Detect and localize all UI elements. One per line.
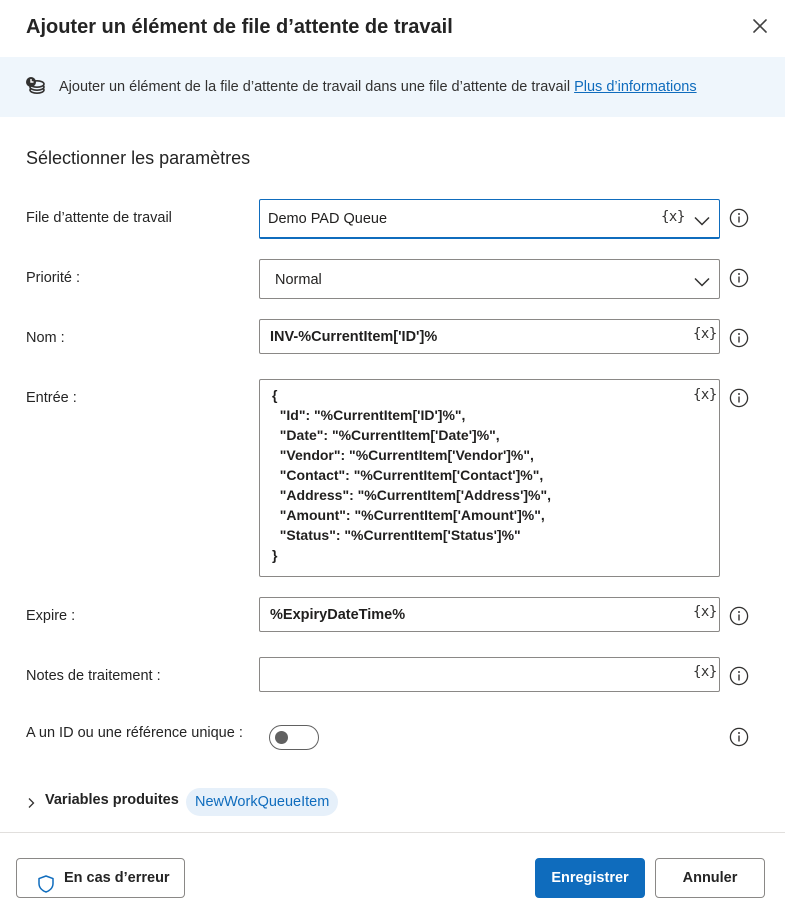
processing-notes-label: Notes de traitement :: [26, 668, 161, 684]
input-label: Entrée :: [26, 390, 77, 406]
banner-text: Ajouter un élément de la file d’attente …: [59, 77, 697, 97]
name-input[interactable]: INV-%CurrentItem['ID']% {x}: [259, 319, 720, 354]
info-icon[interactable]: [729, 606, 749, 626]
variable-picker-icon[interactable]: {x}: [693, 325, 717, 343]
work-queue-icon: [25, 76, 47, 96]
priority-select[interactable]: Normal: [259, 259, 720, 299]
dialog-title: Ajouter un élément de file d’attente de …: [26, 16, 453, 38]
info-icon[interactable]: [729, 666, 749, 686]
unique-id-toggle[interactable]: [269, 725, 319, 750]
work-queue-label: File d’attente de travail: [26, 210, 172, 226]
priority-value: Normal: [275, 272, 322, 288]
more-info-link[interactable]: Plus d’informations: [574, 79, 697, 95]
variable-picker-icon[interactable]: {x}: [693, 603, 717, 621]
section-title: Sélectionner les paramètres: [26, 148, 251, 168]
variable-picker-icon[interactable]: {x}: [693, 386, 717, 404]
shield-icon: [38, 870, 54, 893]
banner-description: Ajouter un élément de la file d’attente …: [59, 79, 571, 95]
unique-id-label: A un ID ou une référence unique :: [26, 725, 243, 741]
work-queue-value: Demo PAD Queue: [268, 211, 388, 227]
chevron-down-icon[interactable]: [694, 213, 710, 226]
input-line: "Amount": "%CurrentItem['Amount']%",: [272, 507, 545, 523]
info-icon[interactable]: [729, 388, 749, 408]
processing-notes-input[interactable]: {x}: [259, 657, 720, 692]
produced-variables-label[interactable]: Variables produites: [45, 792, 179, 808]
info-icon[interactable]: [729, 268, 749, 288]
on-error-button[interactable]: En cas d’erreur: [16, 858, 185, 898]
variable-pill[interactable]: NewWorkQueueItem: [186, 788, 339, 816]
input-textarea[interactable]: { "Id": "%CurrentItem['ID']%", "Date": "…: [259, 379, 720, 577]
input-line: {: [272, 387, 278, 403]
name-value: INV-%CurrentItem['ID']%: [270, 329, 438, 345]
input-line: "Contact": "%CurrentItem['Contact']%",: [272, 467, 544, 483]
input-line: "Address": "%CurrentItem['Address']%",: [272, 487, 552, 503]
variable-picker-icon[interactable]: {x}: [661, 208, 685, 226]
input-line: "Id": "%CurrentItem['ID']%",: [272, 407, 466, 423]
input-line: "Date": "%CurrentItem['Date']%",: [272, 427, 500, 443]
expires-value: %ExpiryDateTime%: [270, 607, 406, 623]
input-line: }: [272, 547, 278, 563]
on-error-label: En cas d’erreur: [64, 870, 170, 886]
chevron-down-icon[interactable]: [694, 274, 710, 287]
name-label: Nom :: [26, 330, 65, 346]
expires-input[interactable]: %ExpiryDateTime% {x}: [259, 597, 720, 632]
toggle-knob: [275, 731, 288, 744]
input-line: "Status": "%CurrentItem['Status']%": [272, 527, 521, 543]
add-work-queue-item-dialog: Ajouter un élément de file d’attente de …: [0, 0, 785, 916]
save-button[interactable]: Enregistrer: [535, 858, 645, 898]
info-icon[interactable]: [729, 328, 749, 348]
priority-label: Priorité :: [26, 270, 80, 286]
work-queue-select[interactable]: Demo PAD Queue {x}: [259, 199, 720, 239]
info-icon[interactable]: [729, 727, 749, 747]
expires-label: Expire :: [26, 608, 76, 624]
info-icon[interactable]: [729, 208, 749, 228]
footer-divider: [0, 832, 785, 833]
input-line: "Vendor": "%CurrentItem['Vendor']%",: [272, 447, 534, 463]
info-banner: Ajouter un élément de la file d’attente …: [0, 57, 785, 117]
chevron-right-icon[interactable]: [26, 796, 36, 808]
cancel-button[interactable]: Annuler: [655, 858, 765, 898]
variable-picker-icon[interactable]: {x}: [693, 663, 717, 681]
close-icon[interactable]: [748, 14, 772, 38]
